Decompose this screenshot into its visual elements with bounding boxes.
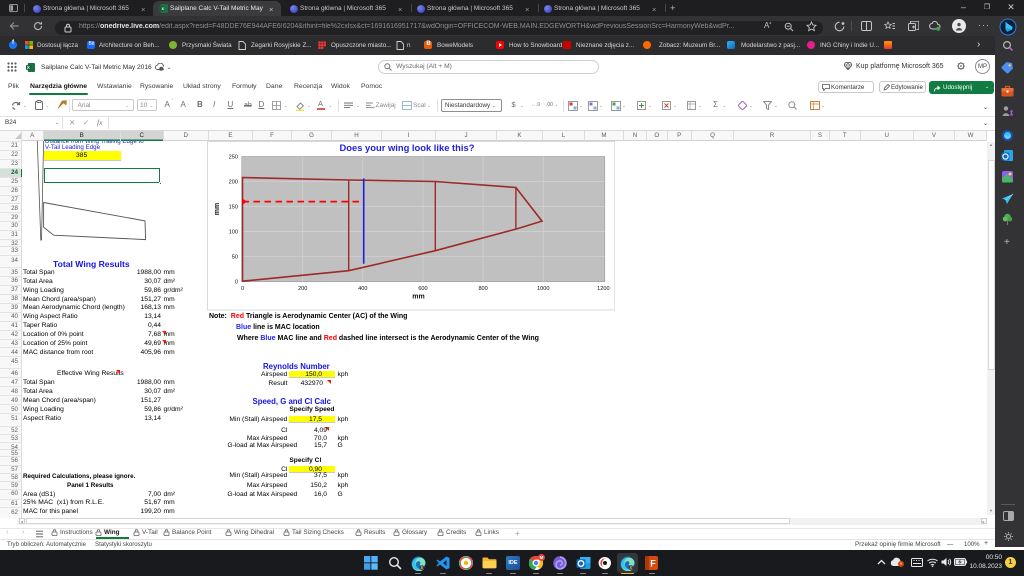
svg-text:250: 250 <box>228 155 237 161</box>
svg-text:400: 400 <box>358 286 367 292</box>
svg-text:200: 200 <box>298 286 307 292</box>
svg-text:mm: mm <box>412 293 424 300</box>
svg-text:800: 800 <box>478 286 487 292</box>
svg-text:200: 200 <box>228 180 237 186</box>
svg-text:100: 100 <box>228 230 237 236</box>
svg-text:600: 600 <box>418 286 427 292</box>
svg-text:0: 0 <box>235 280 238 286</box>
svg-text:50: 50 <box>231 255 237 261</box>
svg-text:1200: 1200 <box>597 286 609 292</box>
svg-text:Does your wing look like this?: Does your wing look like this? <box>339 142 474 153</box>
svg-text:0: 0 <box>241 286 244 292</box>
svg-text:150: 150 <box>228 205 237 211</box>
svg-text:mm: mm <box>214 203 221 215</box>
svg-text:1000: 1000 <box>537 286 549 292</box>
svg-text:F: F <box>650 558 656 568</box>
